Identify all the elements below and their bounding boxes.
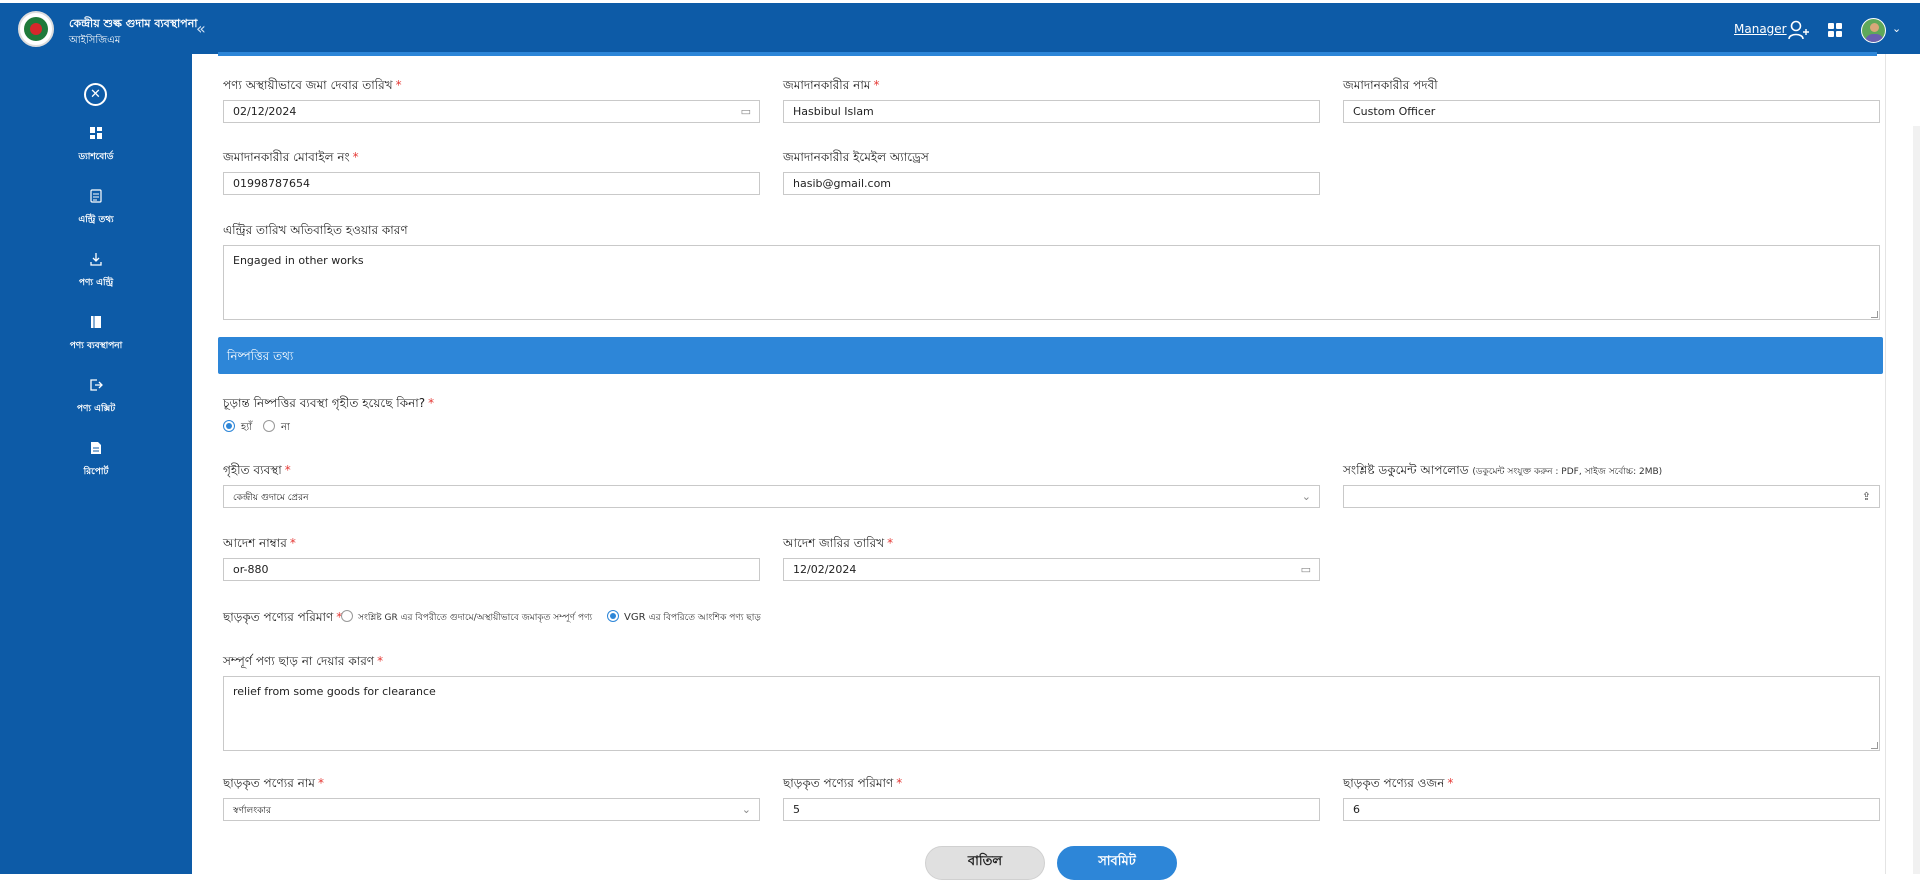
collapse-sidebar-icon[interactable]: «	[196, 19, 206, 38]
sidebar-item-label: পণ্য ব্যবস্থাপনা	[69, 341, 123, 351]
depositor-mobile-label: জমাদানকারীর মোবাইল নং *	[223, 150, 359, 164]
submit-button[interactable]: সাবমিট	[1057, 846, 1177, 880]
delay-reason-label: এন্ট্রির তারিখ অতিবাহিত হওয়ার কারণ	[223, 223, 408, 237]
cancel-button[interactable]: বাতিল	[925, 846, 1045, 880]
depositor-email-field[interactable]: hasib@gmail.com	[783, 172, 1320, 195]
released-quantity-type-label: ছাড়কৃত পণ্যের পরিমাণ *	[223, 610, 343, 624]
divider	[1885, 54, 1886, 874]
released-goods-quantity-label: ছাড়কৃত পণ্যের পরিমাণ *	[783, 776, 903, 790]
section-header: নিষ্পত্তির তথ্য	[218, 337, 1883, 374]
decision-yes-label: হ্যাঁ	[241, 422, 253, 433]
sidebar-item-label: রিপোর্ট	[83, 467, 109, 477]
depositor-email-label: জমাদানকারীর ইমেইল অ্যাড্রেস	[783, 150, 929, 164]
avatar[interactable]	[1861, 18, 1886, 43]
sidebar-item-label: এন্ট্রি তথ্য	[78, 215, 114, 225]
release-partial-radio[interactable]	[607, 610, 619, 622]
depositor-mobile-field[interactable]: 01998787654	[223, 172, 760, 195]
released-goods-weight-field[interactable]: 6	[1343, 798, 1880, 821]
released-goods-weight-label: ছাড়কৃত পণ্যের ওজন *	[1343, 776, 1454, 790]
book-icon	[91, 316, 101, 328]
resize-handle[interactable]	[1871, 311, 1878, 318]
sidebar-item-label: পণ্য এন্ট্রি	[78, 278, 114, 288]
not-full-release-reason-textarea[interactable]: relief from some goods for clearance	[223, 676, 1880, 751]
document-upload-label: সংশ্লিষ্ট ডকুমেন্ট আপলোড (ডকুমেন্ট সংযুক…	[1343, 463, 1663, 477]
sidebar-item-label: ড্যাশবোর্ড	[78, 152, 114, 162]
close-icon[interactable]: ✕	[84, 83, 107, 106]
calendar-icon[interactable]: ▭	[741, 101, 751, 122]
depositor-designation-field[interactable]: Custom Officer	[1343, 100, 1880, 123]
not-full-release-reason-label: সম্পূর্ণ পণ্য ছাড় না দেয়ার কারণ *	[223, 654, 384, 668]
order-date-label: আদেশ জারির তারিখ *	[783, 536, 894, 550]
top-bar: কেন্দ্রীয় শুল্ক গুদাম ব্যবস্থাপনা আইসিজ…	[0, 3, 1920, 54]
sidebar-item-report[interactable]: রিপোর্ট	[0, 441, 192, 491]
chevron-down-icon[interactable]: ⌄	[1892, 22, 1901, 35]
order-number-field[interactable]: or-880	[223, 558, 760, 581]
sidebar-item-dashboard[interactable]: ড্যাশবোর্ড	[0, 126, 192, 176]
calendar-icon[interactable]: ▭	[1301, 559, 1311, 580]
app-subtitle: আইসিজিএম	[69, 35, 121, 46]
sidebar-item-goods-management[interactable]: পণ্য ব্যবস্থাপনা	[0, 315, 192, 365]
apps-grid-icon[interactable]	[1828, 23, 1842, 37]
release-full-label: সংশ্লিষ্ট GR এর বিপরীতে গুদামে/অস্থায়ীভ…	[358, 613, 593, 623]
exit-icon	[90, 379, 103, 391]
release-partial-label: VGR এর বিপরিতে আংশিক পণ্য ছাড়	[624, 612, 761, 623]
order-date-field[interactable]: 12/02/2024 ▭	[783, 558, 1320, 581]
decision-yes-radio[interactable]	[223, 420, 235, 432]
entry-info-icon	[90, 189, 102, 203]
report-icon	[91, 442, 101, 454]
depositor-name-field[interactable]: Hasbibul Islam	[783, 100, 1320, 123]
delay-reason-textarea[interactable]: Engaged in other works	[223, 245, 1880, 320]
main-content: পণ্য অস্থায়ীভাবে জমা দেবার তারিখ * 02/12…	[192, 52, 1920, 880]
deposit-date-label: পণ্য অস্থায়ীভাবে জমা দেবার তারিখ *	[223, 78, 402, 92]
deposit-date-field[interactable]: 02/12/2024 ▭	[223, 100, 760, 123]
app-title: কেন্দ্রীয় শুল্ক গুদাম ব্যবস্থাপনা	[69, 17, 198, 30]
dashboard-icon	[90, 127, 102, 139]
released-goods-name-select[interactable]: স্বর্ণালংকার ⌄	[223, 798, 760, 821]
sidebar-item-entry-info[interactable]: এন্ট্রি তথ্য	[0, 189, 192, 239]
released-goods-quantity-field[interactable]: 5	[783, 798, 1320, 821]
decision-no-radio[interactable]	[263, 420, 275, 432]
sidebar-item-label: পণ্য এক্সিট	[76, 404, 116, 414]
user-settings-icon[interactable]	[1788, 20, 1810, 40]
upload-icon[interactable]: ⇪	[1862, 486, 1871, 507]
order-number-label: আদেশ নাম্বার *	[223, 536, 296, 550]
decision-no-label: না	[281, 422, 290, 433]
section-title: নিষ্পত্তির তথ্য	[227, 349, 294, 363]
sidebar-item-goods-entry[interactable]: পণ্য এন্ট্রি	[0, 252, 192, 302]
resize-handle[interactable]	[1871, 742, 1878, 749]
chevron-down-icon: ⌄	[741, 803, 751, 816]
release-full-radio[interactable]	[341, 610, 353, 622]
action-taken-label: গৃহীত ব্যবস্থা *	[223, 463, 291, 477]
download-icon	[90, 253, 102, 266]
government-logo-icon	[18, 11, 54, 47]
document-upload-field[interactable]: ⇪	[1343, 485, 1880, 508]
final-decision-label: চূড়ান্ত নিষ্পত্তির ব্যবস্থা গৃহীত হয়েছ…	[223, 396, 435, 410]
released-goods-name-label: ছাড়কৃত পণ্যের নাম *	[223, 776, 324, 790]
scrollbar[interactable]	[1913, 126, 1920, 874]
depositor-name-label: জমাদানকারীর নাম *	[783, 78, 880, 92]
depositor-designation-label: জমাদানকারীর পদবী	[1343, 78, 1438, 92]
section-header-strip	[218, 52, 1877, 56]
action-taken-select[interactable]: কেন্দ্রীয় গুদামে প্রেরন ⌄	[223, 485, 1320, 508]
role-link[interactable]: Manager	[1734, 22, 1787, 36]
sidebar: ✕ ড্যাশবোর্ড এন্ট্রি তথ্য পণ্য এন্ট্রি প…	[0, 54, 192, 874]
chevron-down-icon: ⌄	[1301, 490, 1311, 503]
sidebar-item-goods-exit[interactable]: পণ্য এক্সিট	[0, 378, 192, 428]
